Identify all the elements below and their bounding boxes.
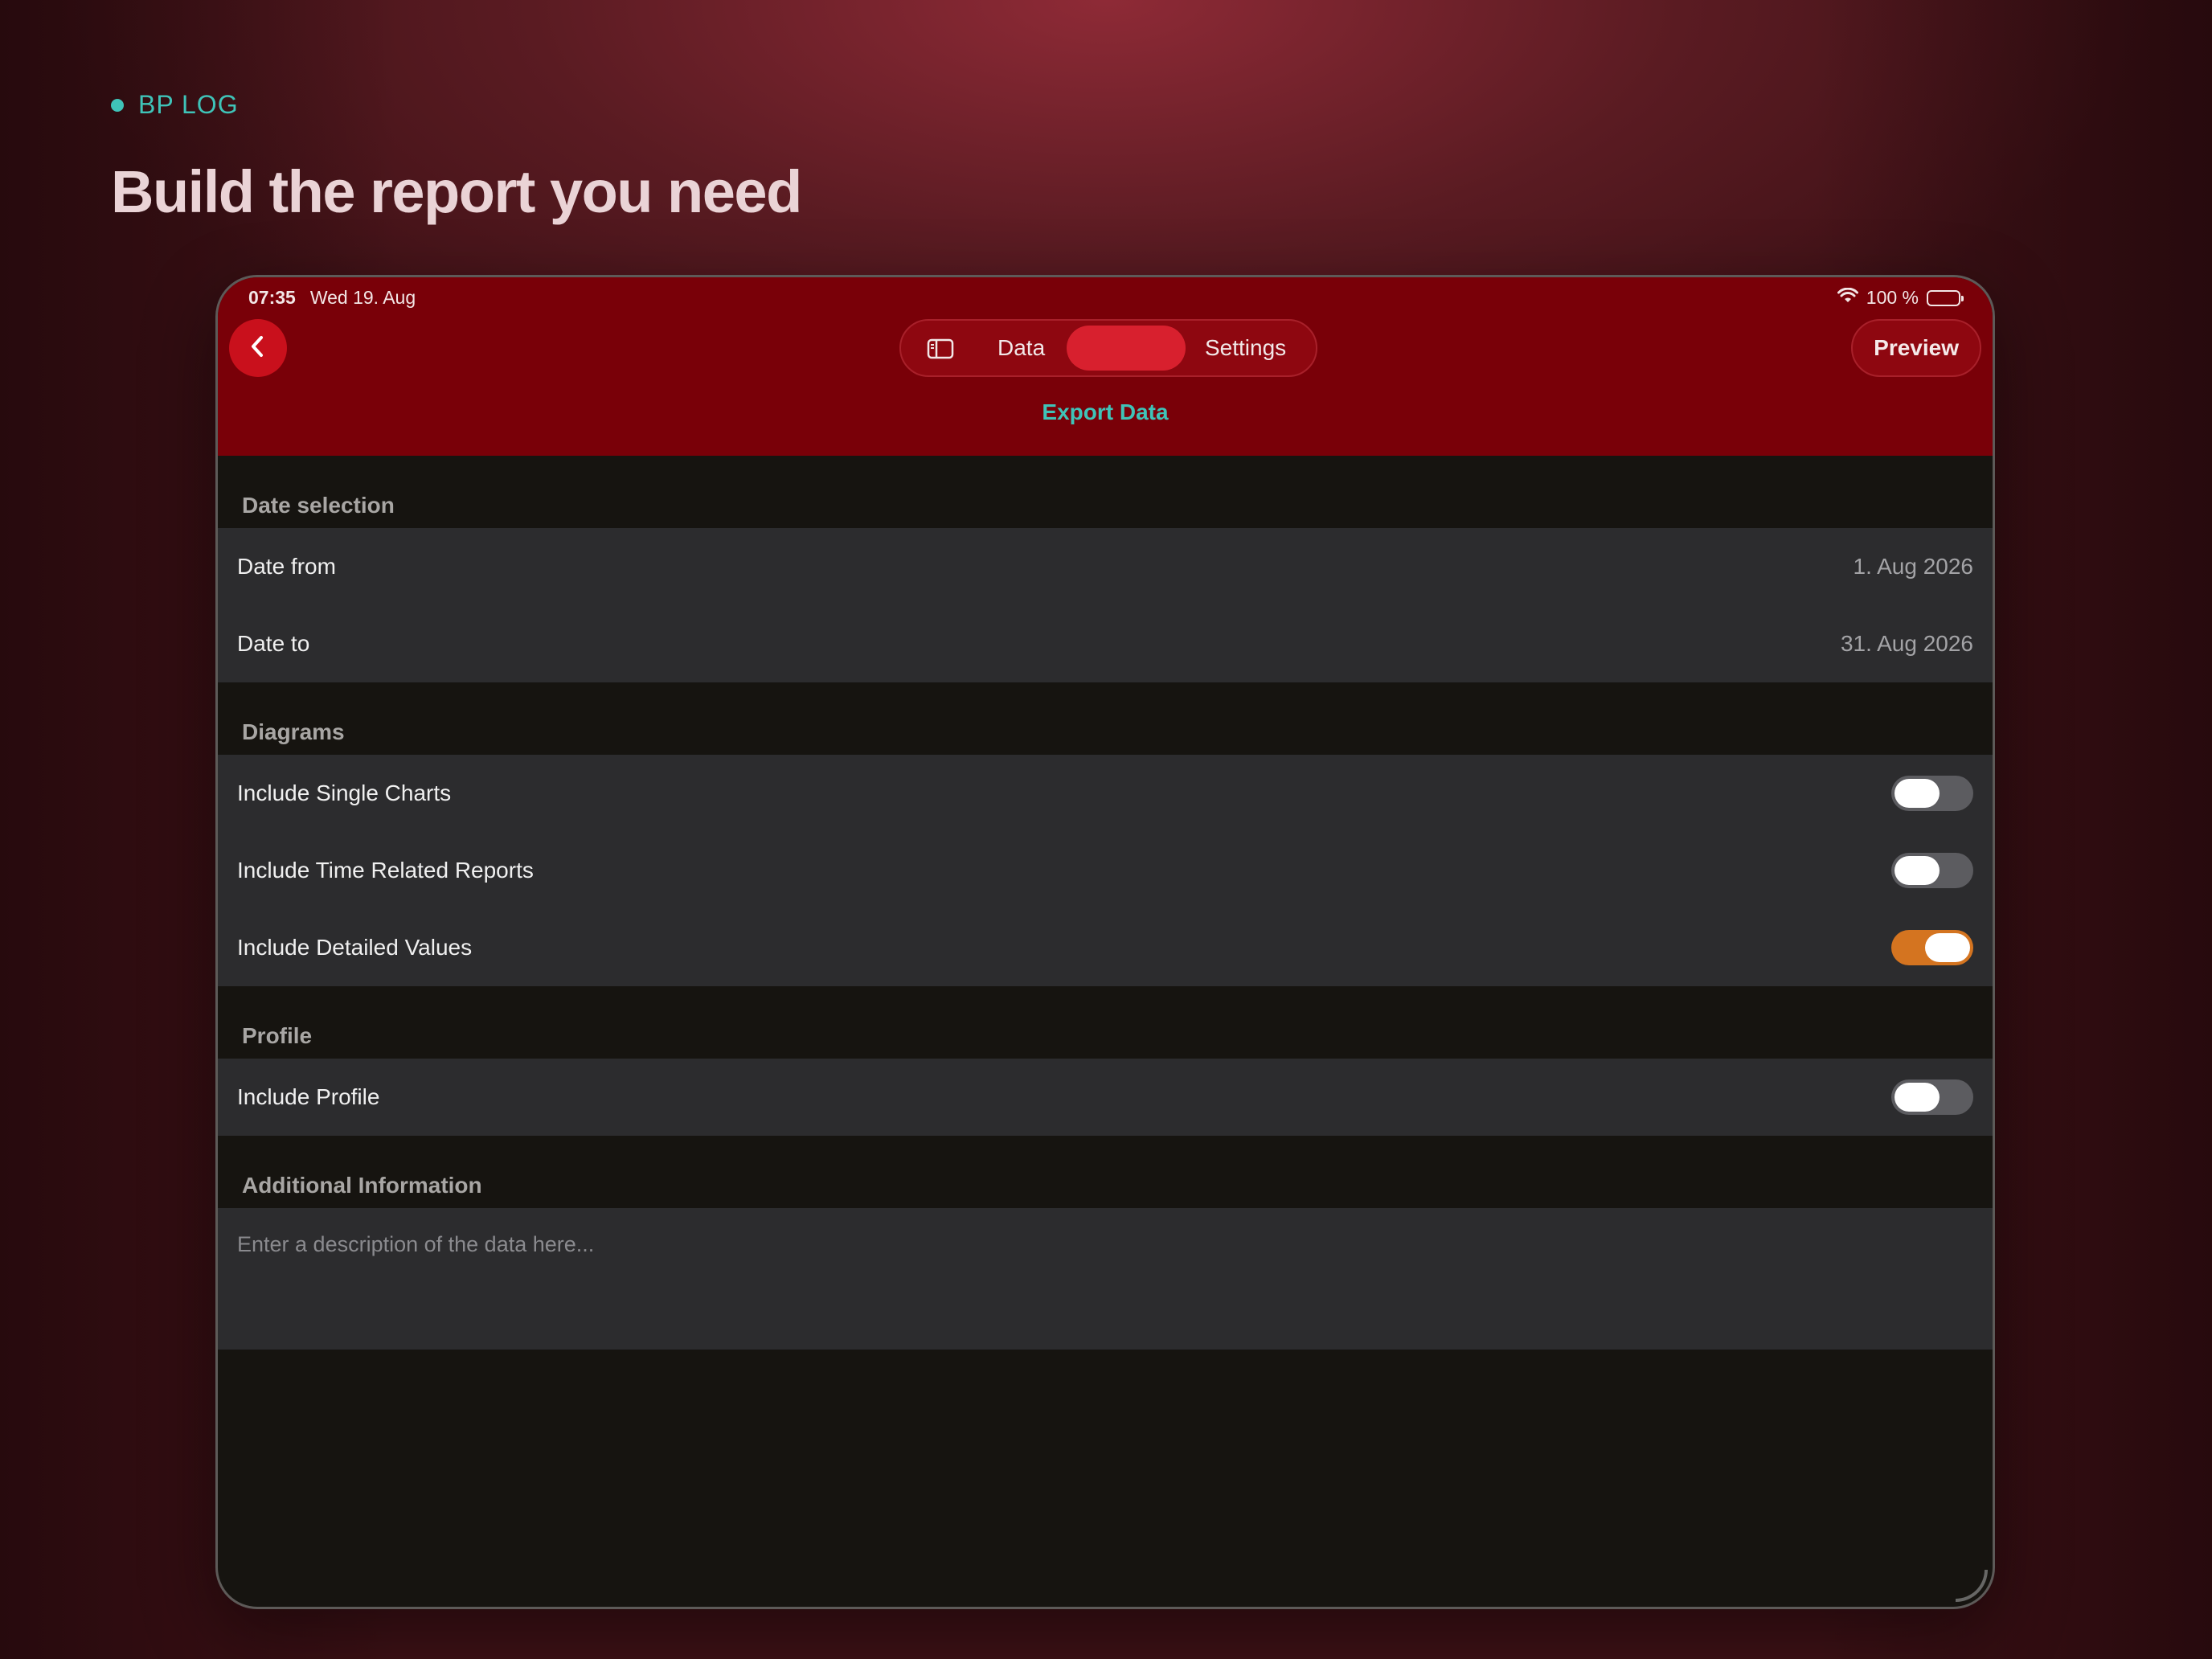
sidebar-icon[interactable] (927, 338, 954, 363)
time-reports-toggle[interactable] (1891, 853, 1973, 888)
status-time: 07:35 (248, 287, 296, 308)
wifi-icon (1837, 287, 1858, 309)
time-reports-row: Include Time Related Reports (218, 832, 1993, 909)
date-to-row[interactable]: Date to 31. Aug 2026 (218, 605, 1993, 682)
single-charts-toggle[interactable] (1891, 776, 1973, 811)
diagrams-group: Include Single Charts Include Time Relat… (218, 755, 1993, 986)
include-profile-row: Include Profile (218, 1059, 1993, 1136)
date-from-value[interactable]: 1. Aug 2026 (1854, 554, 1973, 580)
tab-settings[interactable]: Settings (1205, 335, 1286, 361)
segmented-control: Data Settings (899, 319, 1317, 377)
section-header-additional: Additional Information (242, 1173, 482, 1198)
section-header-date: Date selection (242, 493, 395, 518)
status-date: Wed 19. Aug (309, 287, 416, 308)
status-bar-left: 07:35 Wed 19. Aug (248, 287, 416, 309)
detailed-values-toggle[interactable] (1891, 930, 1973, 965)
date-from-row[interactable]: Date from 1. Aug 2026 (218, 528, 1993, 605)
tab-active[interactable] (1067, 326, 1186, 371)
date-to-value[interactable]: 31. Aug 2026 (1841, 631, 1973, 657)
page-title: Export Data (1042, 399, 1169, 424)
single-charts-row: Include Single Charts (218, 755, 1993, 832)
detailed-values-row: Include Detailed Values (218, 909, 1993, 986)
battery-percent: 100 % (1866, 287, 1919, 308)
app-eyebrow: BP LOG (111, 90, 239, 120)
back-button[interactable] (229, 319, 287, 377)
detailed-values-label: Include Detailed Values (237, 935, 473, 960)
battery-icon (1927, 289, 1964, 306)
promo-headline: Build the report you need (111, 158, 802, 225)
section-header-profile: Profile (242, 1023, 313, 1048)
date-to-label: Date to (237, 631, 310, 656)
status-bar-right: 100 % (1837, 287, 1964, 309)
app-name: BP LOG (138, 90, 239, 119)
date-group: Date from 1. Aug 2026 Date to 31. Aug 20… (218, 528, 1993, 682)
include-profile-toggle[interactable] (1891, 1079, 1973, 1115)
bullet-dot-icon (111, 98, 124, 112)
preview-button[interactable]: Preview (1851, 319, 1981, 377)
date-from-label: Date from (237, 554, 336, 579)
description-textarea[interactable]: Enter a description of the data here... (218, 1208, 1993, 1350)
time-reports-label: Include Time Related Reports (237, 858, 534, 883)
profile-group: Include Profile (218, 1059, 1993, 1136)
chevron-left-icon (247, 334, 269, 363)
section-header-diagrams: Diagrams (242, 719, 345, 744)
additional-group: Enter a description of the data here... (218, 1208, 1993, 1350)
export-form: Date selection Date from 1. Aug 2026 Dat… (218, 456, 1993, 1350)
tablet-screen: 07:35 Wed 19. Aug 100 % Data Settings Pr… (215, 275, 1995, 1609)
include-profile-label: Include Profile (237, 1084, 380, 1109)
resize-handle-icon (1956, 1570, 1988, 1602)
tab-data[interactable]: Data (997, 335, 1045, 361)
single-charts-label: Include Single Charts (237, 780, 452, 805)
navigation-bar: 07:35 Wed 19. Aug 100 % Data Settings Pr… (218, 277, 1993, 456)
